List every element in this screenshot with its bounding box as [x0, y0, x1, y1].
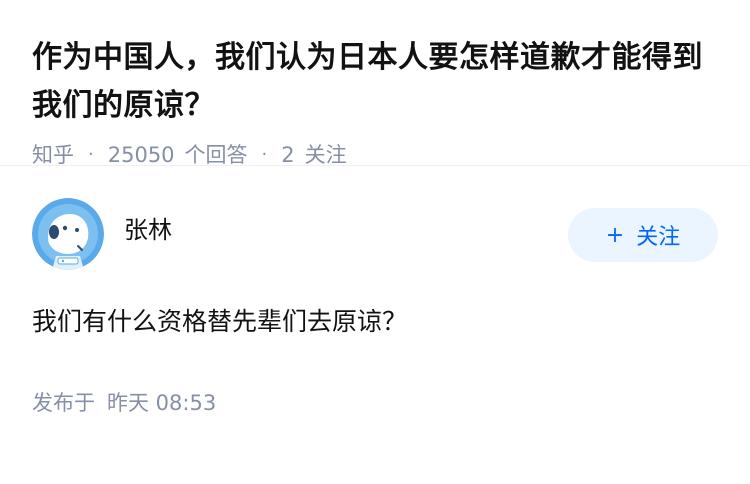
answer-card: 张林 + 关注 我们有什么资格替先辈们去原谅？ 发布于 昨天 08:53: [0, 166, 750, 418]
follow-button[interactable]: + 关注: [568, 208, 718, 262]
meta-separator: ·: [261, 144, 268, 165]
default-avatar-icon: [32, 198, 104, 270]
published-time: 昨天 08:53: [107, 391, 217, 415]
answer-time: 发布于 昨天 08:53: [32, 388, 718, 418]
answer-content[interactable]: 我们有什么资格替先辈们去原谅？: [32, 304, 718, 340]
published-label: 发布于: [32, 391, 95, 415]
follower-label: 关注: [304, 143, 347, 167]
author-name[interactable]: 张林: [124, 214, 172, 246]
answer-count-label: 个回答: [184, 143, 248, 167]
question-title[interactable]: 作为中国人，我们认为日本人要怎样道歉才能得到我们的原谅？: [32, 34, 718, 130]
question-header: 作为中国人，我们认为日本人要怎样道歉才能得到我们的原谅？ 知乎 · 25050 …: [0, 0, 750, 167]
follow-button-label: 关注: [636, 225, 681, 250]
plus-icon: +: [605, 222, 625, 248]
author-row: 张林 + 关注: [32, 198, 718, 270]
meta-separator: ·: [88, 144, 94, 165]
source-label[interactable]: 知乎: [32, 140, 74, 170]
follower-count: 2: [281, 143, 295, 167]
answer-count: 25050: [107, 143, 175, 167]
avatar[interactable]: [32, 198, 104, 270]
